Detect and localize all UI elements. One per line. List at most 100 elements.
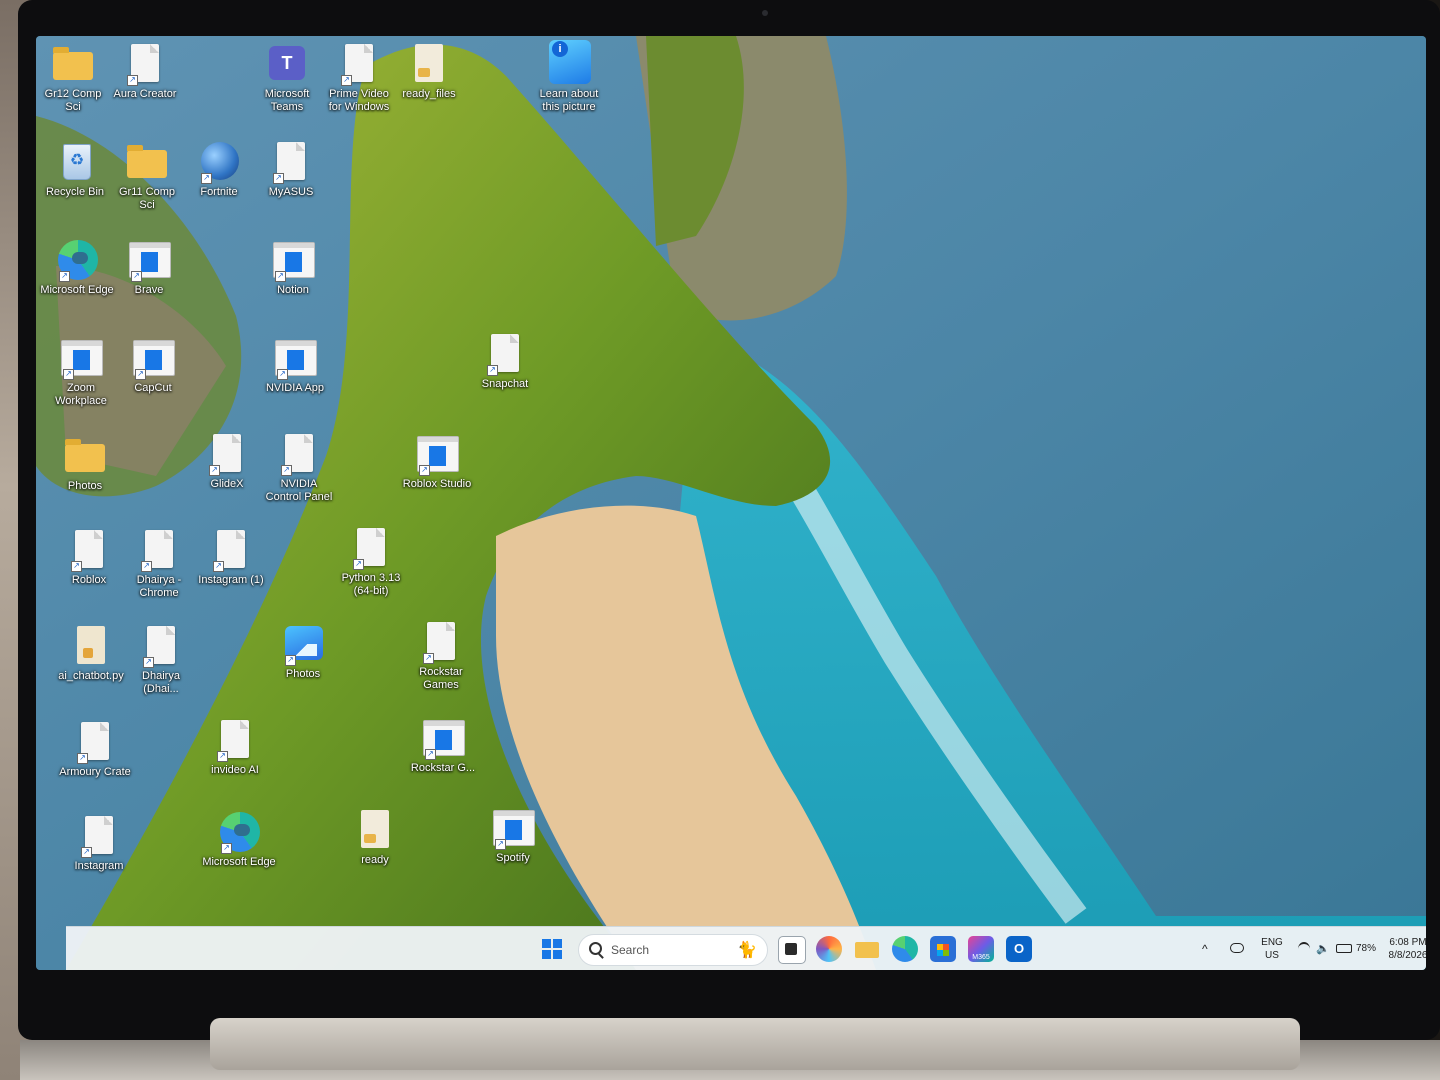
- app-window-icon: ↗: [59, 336, 103, 380]
- taskbar-search-box[interactable]: Search 🐈: [578, 934, 768, 966]
- desktop-icon-learn-about-this-picture[interactable]: i Learn about this picture: [532, 40, 606, 114]
- windows-logo-icon: [542, 950, 551, 959]
- shortcut-file-icon: ↗: [483, 332, 527, 376]
- desktop-icon-label: Photos: [285, 668, 321, 680]
- desktop-icon-label: Dhairya - Chrome: [136, 574, 182, 599]
- desktop-icon-ready[interactable]: ready: [338, 808, 412, 867]
- desktop-icon-armoury-crate[interactable]: ↗ Armoury Crate: [58, 720, 132, 779]
- desktop-icon-instagram[interactable]: ↗ Instagram: [62, 814, 136, 873]
- desktop-icon-notion[interactable]: ↗ Notion: [256, 238, 330, 297]
- chevron-up-icon: ^: [1202, 942, 1208, 956]
- desktop-icon-label: Instagram (1): [198, 574, 264, 586]
- windows-logo-icon: [553, 950, 562, 959]
- desktop-icon-microsoft-teams[interactable]: T Microsoft Teams: [250, 42, 324, 114]
- desktop-icon-microsoft-edge-2[interactable]: ↗ Microsoft Edge: [202, 810, 276, 869]
- desktop-icon-myasus[interactable]: ↗ MyASUS: [254, 140, 328, 199]
- shortcut-file-icon: ↗: [77, 814, 121, 858]
- teams-icon: T: [265, 42, 309, 86]
- outlook-label: O: [1013, 941, 1025, 956]
- desktop-icon-roblox-studio[interactable]: ↗ Roblox Studio: [400, 432, 474, 491]
- clock-button[interactable]: 6:08 PM 8/8/2026: [1382, 927, 1426, 970]
- shortcut-file-icon: ↗: [139, 624, 183, 668]
- search-placeholder: Search: [611, 943, 650, 957]
- desktop-icon-instagram-1[interactable]: ↗ Instagram (1): [194, 528, 268, 587]
- desktop-icon-microsoft-edge[interactable]: ↗ Microsoft Edge: [40, 238, 114, 297]
- desktop-icon-gr12-comp-sci[interactable]: Gr12 Comp Sci: [36, 42, 110, 114]
- desktop-icon-capcut[interactable]: ↗ CapCut: [116, 336, 190, 395]
- desktop-icon-ai-chatbot[interactable]: ai_chatbot.py: [54, 624, 128, 683]
- screen: Gr12 Comp Sci ↗ Aura Creator T Microsoft…: [36, 36, 1426, 970]
- desktop-icon-invideo-ai[interactable]: ↗ invideo AI: [198, 718, 272, 777]
- desktop-icon-label: ready: [361, 854, 389, 866]
- desktop-icon-label: Learn about this picture: [539, 88, 599, 113]
- desktop-icon-gr11-comp-sci[interactable]: Gr11 Comp Sci: [110, 140, 184, 212]
- desktop-icon-label: CapCut: [134, 382, 172, 394]
- store-bag-icon: [937, 944, 949, 956]
- folder-icon: [125, 140, 169, 184]
- search-icon: [589, 942, 602, 955]
- start-button[interactable]: [542, 939, 562, 959]
- desktop-icon-photos-folder[interactable]: Photos: [48, 434, 122, 493]
- desktop-icon-roblox[interactable]: ↗ Roblox: [52, 528, 126, 587]
- m365-label: M365: [972, 954, 990, 961]
- desktop-icon-nvidia-app[interactable]: ↗ NVIDIA App: [258, 336, 332, 395]
- app-window-icon: ↗: [127, 238, 171, 282]
- app-window-icon: ↗: [421, 716, 465, 760]
- desktop-icon-label: Microsoft Edge: [40, 284, 114, 296]
- desktop-icon-python[interactable]: ↗ Python 3.13 (64-bit): [334, 526, 408, 598]
- desktop-icon-label: Rockstar G...: [410, 762, 476, 774]
- desktop-icon-aura-creator[interactable]: ↗ Aura Creator: [108, 42, 182, 101]
- desktop-icon-rockstar-g[interactable]: ↗ Rockstar G...: [406, 716, 480, 775]
- desktop-icon-zoom-workplace[interactable]: ↗ Zoom Workplace: [44, 336, 118, 408]
- language-code: ENG: [1261, 937, 1283, 948]
- desktop-icon-prime-video[interactable]: ↗ Prime Video for Windows: [322, 42, 396, 114]
- shortcut-file-icon: ↗: [209, 528, 253, 572]
- shortcut-file-icon: ↗: [277, 432, 321, 476]
- desktop-icon-fortnite[interactable]: ↗ Fortnite: [182, 140, 256, 199]
- desktop-icon-label: GlideX: [210, 478, 244, 490]
- desktop-icon-dhairya-chrome[interactable]: ↗ Dhairya - Chrome: [122, 528, 196, 600]
- region-code: US: [1265, 950, 1279, 961]
- desktop-icon-glidex[interactable]: ↗ GlideX: [190, 432, 264, 491]
- shortcut-file-icon: ↗: [205, 432, 249, 476]
- shortcut-file-icon: ↗: [269, 140, 313, 184]
- desktop-icon-nvidia-control-panel[interactable]: ↗ NVIDIA Control Panel: [262, 432, 336, 504]
- language-indicator[interactable]: ENG US: [1254, 927, 1290, 970]
- edge-taskbar-button[interactable]: [892, 936, 918, 962]
- clock-date: 8/8/2026: [1388, 950, 1426, 961]
- desktop-icon-brave[interactable]: ↗ Brave: [112, 238, 186, 297]
- volume-icon: 🔈: [1316, 943, 1330, 955]
- desktop-icon-rockstar-games[interactable]: ↗ Rockstar Games: [404, 620, 478, 692]
- desktop-icon-label: Roblox Studio: [402, 478, 472, 490]
- desktop-icon-label: Microsoft Teams: [264, 88, 310, 113]
- desktop-icon-dhairya-dhai[interactable]: ↗ Dhairya (Dhai...: [124, 624, 198, 696]
- recycle-bin-icon: ♻: [53, 140, 97, 184]
- folder-icon: [51, 42, 95, 86]
- outlook-button[interactable]: O: [1006, 936, 1032, 962]
- m365-button[interactable]: M365: [968, 936, 994, 962]
- show-hidden-icons-button[interactable]: ^: [1202, 927, 1216, 970]
- task-view-icon: [785, 943, 797, 955]
- desktop-icon-photos-app[interactable]: ↗ Photos: [266, 622, 340, 681]
- task-view-button[interactable]: [778, 936, 806, 964]
- archive-file-icon: [353, 808, 397, 852]
- shortcut-file-icon: ↗: [67, 528, 111, 572]
- desktop-icon-snapchat[interactable]: ↗ Snapchat: [468, 332, 542, 391]
- desktop-icon-spotify[interactable]: ↗ Spotify: [476, 806, 550, 865]
- desktop-icon-label: Gr12 Comp Sci: [44, 88, 102, 113]
- quick-settings-button[interactable]: 🔈 78%: [1296, 927, 1386, 970]
- file-explorer-button[interactable]: [854, 936, 880, 962]
- copilot-button[interactable]: [816, 936, 842, 962]
- desktop-icon-label: NVIDIA Control Panel: [265, 478, 333, 503]
- desktop-icon-ready-files[interactable]: ready_files: [392, 42, 466, 101]
- archive-file-icon: [407, 42, 451, 86]
- microsoft-store-button[interactable]: [930, 936, 956, 962]
- desktop-icon-label: Microsoft Edge: [202, 856, 276, 868]
- desktop-icon-label: Photos: [67, 480, 103, 492]
- windows-logo-icon: [542, 939, 551, 948]
- desktop-icon-recycle-bin[interactable]: ♻ Recycle Bin: [38, 140, 112, 199]
- desktop-icon-label: Instagram: [74, 860, 124, 872]
- onedrive-status-button[interactable]: [1228, 927, 1244, 970]
- shortcut-file-icon: ↗: [349, 526, 393, 570]
- desktop-icon-label: Zoom Workplace: [55, 382, 107, 407]
